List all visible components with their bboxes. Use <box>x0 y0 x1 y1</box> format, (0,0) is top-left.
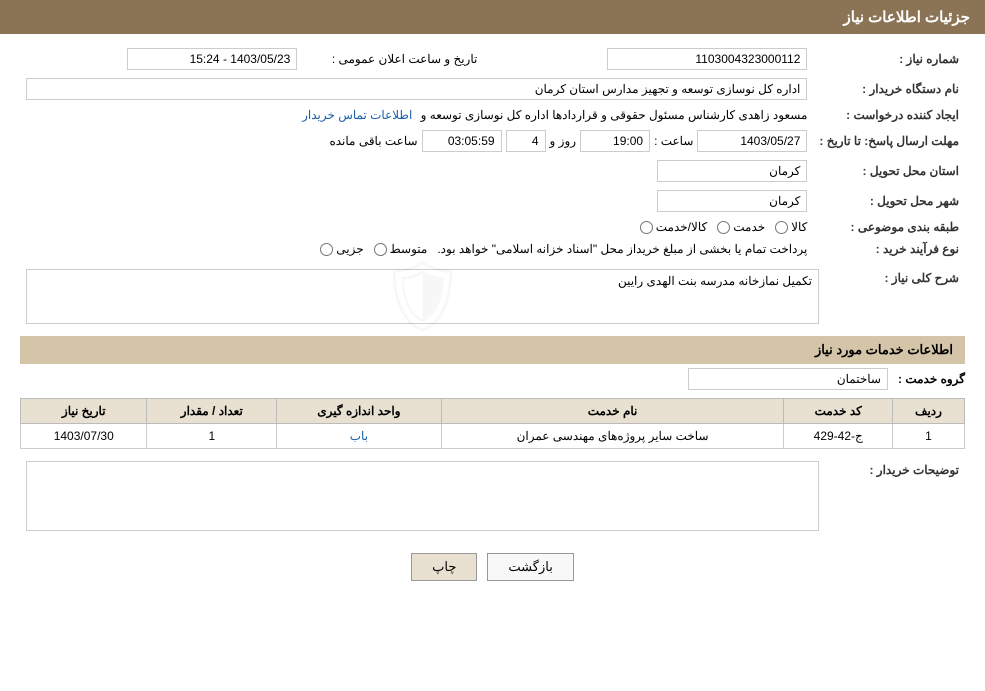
sharh-content: 🛡 تکمیل نمازخانه مدرسه بنت الهدی رایین <box>26 269 819 324</box>
shomara-input: 1103004323000112 <box>607 48 807 70</box>
col-tedad: تعداد / مقدار <box>147 399 277 424</box>
row-sharh: شرح کلی نیاز : 🛡 تکمیل نمازخانه مدرسه بن… <box>20 265 965 328</box>
info-table: شماره نیاز : 1103004323000112 تاریخ و سا… <box>20 44 965 260</box>
mohlat-label: مهلت ارسال پاسخ: تا تاریخ : <box>813 126 965 156</box>
radio-kala[interactable]: کالا <box>775 220 807 234</box>
ijad-value: مسعود زاهدی کارشناس مسئول حقوقی و قراردا… <box>20 104 813 126</box>
mohlat-remaining-label: ساعت باقی مانده <box>329 134 417 148</box>
tosifat-textarea[interactable] <box>26 461 819 531</box>
row-navae: نوع فرآیند خرید : پرداخت تمام یا بخشی از… <box>20 238 965 260</box>
tarikh-label: تاریخ و ساعت اعلان عمومی : <box>303 44 483 74</box>
ostan-label: استان محل تحویل : <box>813 156 965 186</box>
group-service-label: گروه خدمت : <box>898 372 965 386</box>
motavaset-label: متوسط <box>390 242 428 256</box>
group-service-row: گروه خدمت : ساختمان <box>20 368 965 390</box>
cell-vahed: باب <box>277 424 441 449</box>
sharh-label: شرح کلی نیاز : <box>825 265 965 328</box>
tabaqe-label: طبقه بندی موضوعی : <box>813 216 965 238</box>
content-area: شماره نیاز : 1103004323000112 تاریخ و سا… <box>0 34 985 601</box>
page-container: جزئیات اطلاعات نیاز شماره نیاز : 1103004… <box>0 0 985 691</box>
services-header: اطلاعات خدمات مورد نیاز <box>20 336 965 364</box>
navae-label: نوع فرآیند خرید : <box>813 238 965 260</box>
cell-kod: ج-42-429 <box>784 424 893 449</box>
mohlat-time-input: 19:00 <box>580 130 650 152</box>
ettelaat-tamas-link[interactable]: اطلاعات تماس خریدار <box>302 108 412 122</box>
cell-nam: ساخت سایر پروژه‌های مهندسی عمران <box>441 424 784 449</box>
mohlat-value: 1403/05/27 ساعت : 19:00 روز و 4 03:05:59… <box>20 126 813 156</box>
button-row: چاپ بازگشت <box>20 553 965 581</box>
sharh-table: شرح کلی نیاز : 🛡 تکمیل نمازخانه مدرسه بن… <box>20 265 965 328</box>
tarikh-value: 1403/05/23 - 15:24 <box>20 44 303 74</box>
radio-motavaset[interactable]: متوسط <box>374 242 428 256</box>
row-shahr: شهر محل تحویل : کرمان <box>20 186 965 216</box>
row-nam-dastgah: نام دستگاه خریدار : اداره کل نوسازی توسع… <box>20 74 965 104</box>
radio-jozi-input[interactable] <box>320 243 333 256</box>
page-header: جزئیات اطلاعات نیاز <box>0 0 985 34</box>
row-ijad: ایجاد کننده درخواست : مسعود زاهدی کارشنا… <box>20 104 965 126</box>
radio-kala-khedmat[interactable]: کالا/خدمت <box>640 220 707 234</box>
bazgasht-button[interactable]: بازگشت <box>487 553 573 581</box>
watermark-icon: 🛡 <box>378 256 467 338</box>
mohlat-roz-input: 4 <box>506 130 546 152</box>
radio-motavaset-input[interactable] <box>374 243 387 256</box>
mohlat-time-label: ساعت : <box>654 134 693 148</box>
kala-label: کالا <box>791 220 807 234</box>
radio-khedmat-input[interactable] <box>717 221 730 234</box>
navae-value: پرداخت تمام یا بخشی از مبلغ خریداز محل "… <box>20 238 813 260</box>
radio-jozi[interactable]: جزیی <box>320 242 363 256</box>
row-shomara: شماره نیاز : 1103004323000112 تاریخ و سا… <box>20 44 965 74</box>
service-table: ردیف کد خدمت نام خدمت واحد اندازه گیری ت… <box>20 398 965 449</box>
service-table-header-row: ردیف کد خدمت نام خدمت واحد اندازه گیری ت… <box>21 399 965 424</box>
row-ostan: استان محل تحویل : کرمان <box>20 156 965 186</box>
page-title: جزئیات اطلاعات نیاز <box>844 9 971 26</box>
cell-tedad: 1 <box>147 424 277 449</box>
shomara-label: شماره نیاز : <box>813 44 965 74</box>
tosifat-value <box>20 457 825 538</box>
group-service-input: ساختمان <box>688 368 888 390</box>
tosifat-label: توضیحات خریدار : <box>825 457 965 538</box>
nam-dastgah-label: نام دستگاه خریدار : <box>813 74 965 104</box>
mohlat-date-input: 1403/05/27 <box>697 130 807 152</box>
radio-kala-khedmat-input[interactable] <box>640 221 653 234</box>
tosifat-table: توضیحات خریدار : <box>20 457 965 538</box>
chap-button[interactable]: چاپ <box>411 553 477 581</box>
tabaqe-radios: کالا خدمت کالا/خدمت <box>20 216 813 238</box>
sharh-text: تکمیل نمازخانه مدرسه بنت الهدی رایین <box>618 274 812 288</box>
service-table-head: ردیف کد خدمت نام خدمت واحد اندازه گیری ت… <box>21 399 965 424</box>
khedmat-label: خدمت <box>733 220 765 234</box>
shomara-value: 1103004323000112 <box>483 44 813 74</box>
sharh-value: 🛡 تکمیل نمازخانه مدرسه بنت الهدی رایین <box>20 265 825 328</box>
row-tosifat: توضیحات خریدار : <box>20 457 965 538</box>
shahr-value: کرمان <box>20 186 813 216</box>
ostan-value: کرمان <box>20 156 813 186</box>
row-tabaqe: طبقه بندی موضوعی : کالا خدمت کالا/خدمت <box>20 216 965 238</box>
mohlat-remaining-input: 03:05:59 <box>422 130 502 152</box>
navae-description: پرداخت تمام یا بخشی از مبلغ خریداز محل "… <box>437 242 807 256</box>
col-radif: ردیف <box>892 399 964 424</box>
tarikh-input: 1403/05/23 - 15:24 <box>127 48 297 70</box>
cell-tarikh: 1403/07/30 <box>21 424 147 449</box>
col-kod: کد خدمت <box>784 399 893 424</box>
shahr-input: کرمان <box>657 190 807 212</box>
ijad-label: ایجاد کننده درخواست : <box>813 104 965 126</box>
col-tarikh: تاریخ نیاز <box>21 399 147 424</box>
shahr-label: شهر محل تحویل : <box>813 186 965 216</box>
ijad-text: مسعود زاهدی کارشناس مسئول حقوقی و قراردا… <box>421 108 808 122</box>
kala-khedmat-label: کالا/خدمت <box>656 220 707 234</box>
table-row: 1 ج-42-429 ساخت سایر پروژه‌های مهندسی عم… <box>21 424 965 449</box>
cell-radif: 1 <box>892 424 964 449</box>
radio-khedmat[interactable]: خدمت <box>717 220 765 234</box>
ostan-input: کرمان <box>657 160 807 182</box>
col-vahed: واحد اندازه گیری <box>277 399 441 424</box>
services-section: ردیف کد خدمت نام خدمت واحد اندازه گیری ت… <box>20 398 965 449</box>
nam-dastgah-input: اداره کل نوسازی توسعه و تجهیز مدارس استا… <box>26 78 807 100</box>
col-nam: نام خدمت <box>441 399 784 424</box>
row-mohlat: مهلت ارسال پاسخ: تا تاریخ : 1403/05/27 س… <box>20 126 965 156</box>
radio-kala-input[interactable] <box>775 221 788 234</box>
mohlat-roz-label: روز و <box>550 134 577 148</box>
service-table-body: 1 ج-42-429 ساخت سایر پروژه‌های مهندسی عم… <box>21 424 965 449</box>
jozi-label: جزیی <box>336 242 363 256</box>
nam-dastgah-value: اداره کل نوسازی توسعه و تجهیز مدارس استا… <box>20 74 813 104</box>
